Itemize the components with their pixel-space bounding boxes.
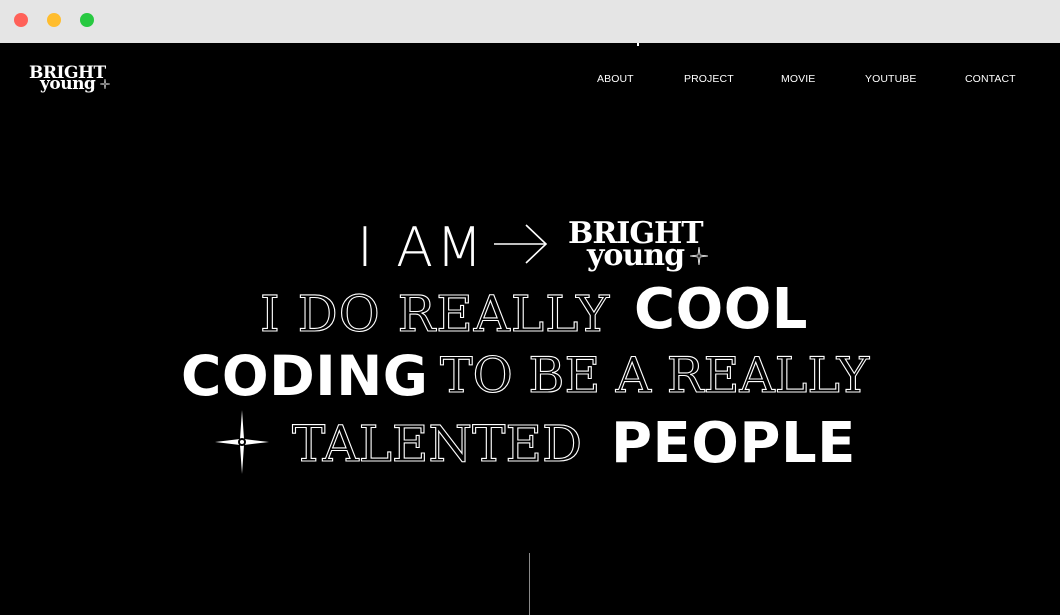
brand-logo[interactable]: BRIGHT young (29, 64, 113, 100)
brand-logo-line2: young (40, 74, 96, 94)
scroll-indicator-line (529, 553, 530, 615)
nav-movie[interactable]: MOVIE (781, 72, 815, 86)
window-close-button[interactable] (14, 13, 28, 27)
window-minimize-button[interactable] (47, 13, 61, 27)
sparkle-icon (100, 79, 110, 89)
window-maximize-button[interactable] (80, 13, 94, 27)
nav-youtube[interactable]: YOUTUBE (865, 72, 916, 86)
nav-project[interactable]: PROJECT (684, 72, 734, 86)
hero-line4-thin: TALENTED (291, 415, 583, 473)
hero-brand-line2: young (587, 238, 685, 273)
hero-line4-bold: PEOPLE (611, 411, 856, 476)
sparkle-icon (690, 247, 708, 265)
scroll-indicator-top (637, 43, 639, 46)
nav-about[interactable]: ABOUT (597, 72, 634, 86)
arrow-right-icon (494, 224, 548, 264)
browser-chrome (0, 0, 1060, 43)
hero-line1-text: I AM (357, 216, 486, 279)
four-point-star-icon (215, 410, 269, 474)
hero-brand-logo: BRIGHT young (568, 218, 713, 278)
hero-line3-bold: CODING (181, 344, 429, 408)
hero-line2-bold: COOL (634, 277, 808, 342)
hero-line2-thin: I DO REALLY (259, 285, 611, 343)
hero-line3-thin: TO BE A REALLY (439, 347, 870, 404)
nav-contact[interactable]: CONTACT (965, 72, 1016, 86)
